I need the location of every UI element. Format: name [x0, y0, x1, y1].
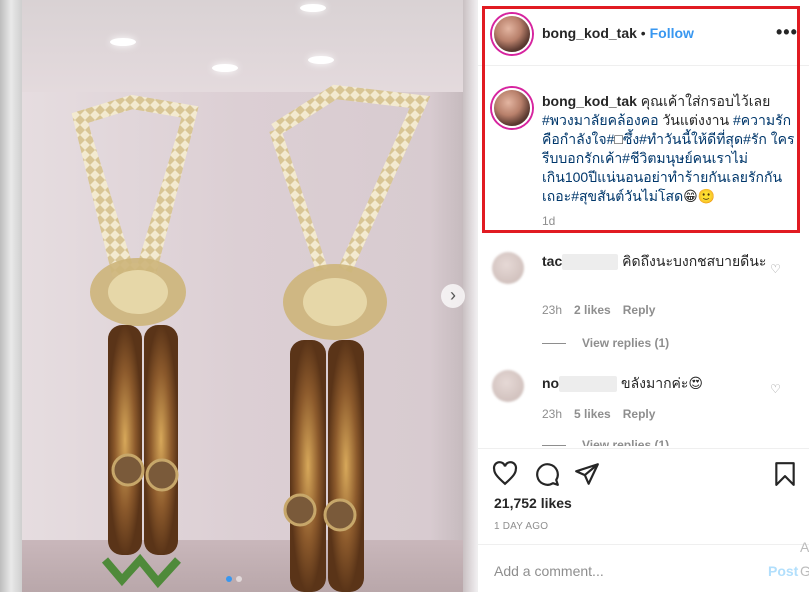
highlight-box [482, 6, 800, 233]
comment-heart-icon[interactable]: ♡ [770, 382, 781, 396]
carousel-dot-active [226, 576, 232, 582]
edge-letter: A [800, 539, 809, 555]
post-comment-button[interactable]: Post [768, 563, 798, 579]
share-icon[interactable] [574, 461, 600, 487]
view-replies-button[interactable]: View replies (1) [542, 438, 669, 446]
comment-meta: 23h 2 likes Reply [542, 303, 655, 317]
redacted-username [562, 254, 619, 271]
comment-time[interactable]: 23h [542, 407, 562, 421]
comment-text: ขลังมากค่ะ😍 [621, 375, 704, 391]
view-replies-label: View replies (1) [582, 336, 670, 350]
view-replies-button[interactable]: View replies (1) [542, 336, 669, 350]
add-comment-input[interactable]: Add a comment... [494, 563, 604, 579]
reply-button[interactable]: Reply [623, 303, 656, 317]
comment-meta: 23h 5 likes Reply [542, 407, 655, 421]
comment-username[interactable]: no [542, 375, 559, 391]
carousel-dots [226, 576, 242, 582]
view-replies-label: View replies (1) [582, 438, 670, 446]
add-comment-bar: Add a comment... Post A G [478, 539, 809, 592]
posted-time[interactable]: 1 DAY AGO [494, 521, 548, 532]
post-photo[interactable]: › [0, 0, 477, 592]
comment-avatar[interactable] [492, 252, 524, 284]
chevron-right-icon[interactable]: › [441, 284, 465, 308]
comment-username[interactable]: tac [542, 253, 562, 269]
comment-likes[interactable]: 2 likes [574, 303, 611, 317]
comment-icon[interactable] [534, 461, 560, 487]
comment-time[interactable]: 23h [542, 303, 562, 317]
comment: no ขลังมากค่ะ😍 [542, 374, 772, 393]
comment: tac คิดถึงนะบงกชสบายดีนะ [542, 252, 772, 271]
heart-icon[interactable] [492, 461, 518, 487]
edge-letter: G [800, 563, 809, 579]
carousel-dot [236, 576, 242, 582]
comment-text: คิดถึงนะบงกชสบายดีนะ [622, 253, 767, 269]
garland-illustration [71, 84, 431, 592]
redacted-username [559, 376, 618, 393]
reply-button[interactable]: Reply [623, 407, 656, 421]
comment-likes[interactable]: 5 likes [574, 407, 611, 421]
comment-heart-icon[interactable]: ♡ [770, 262, 781, 276]
likes-count[interactable]: 21,752 likes [494, 495, 572, 511]
post-actions: 21,752 likes 1 DAY AGO [478, 448, 809, 544]
bookmark-icon[interactable] [772, 461, 798, 487]
comment-avatar[interactable] [492, 370, 524, 402]
